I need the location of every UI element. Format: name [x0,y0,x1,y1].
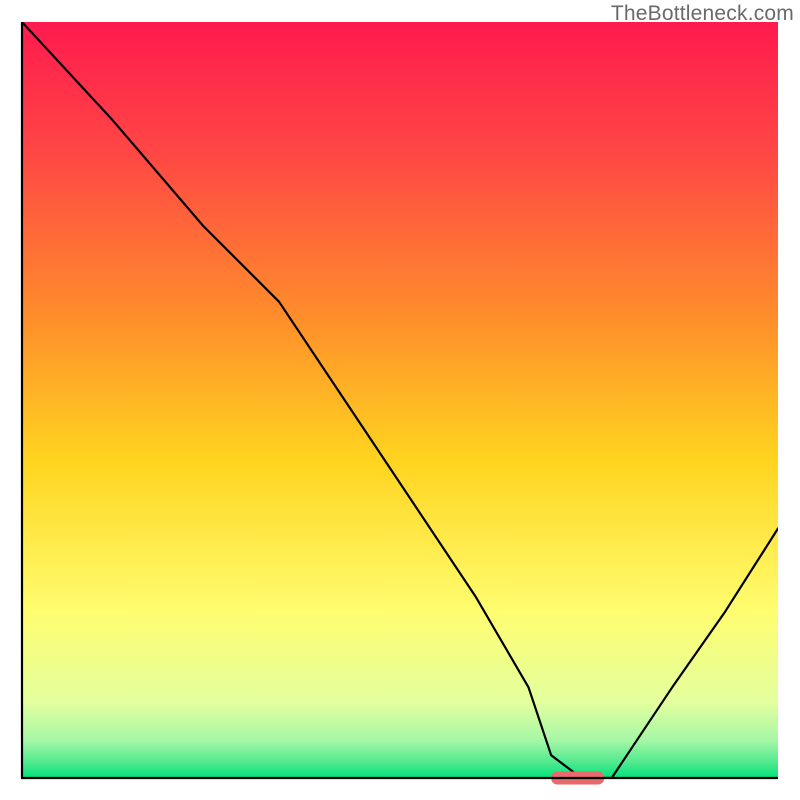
gradient-background [22,22,778,778]
watermark-text: TheBottleneck.com [611,2,794,26]
bottleneck-chart [0,0,800,800]
